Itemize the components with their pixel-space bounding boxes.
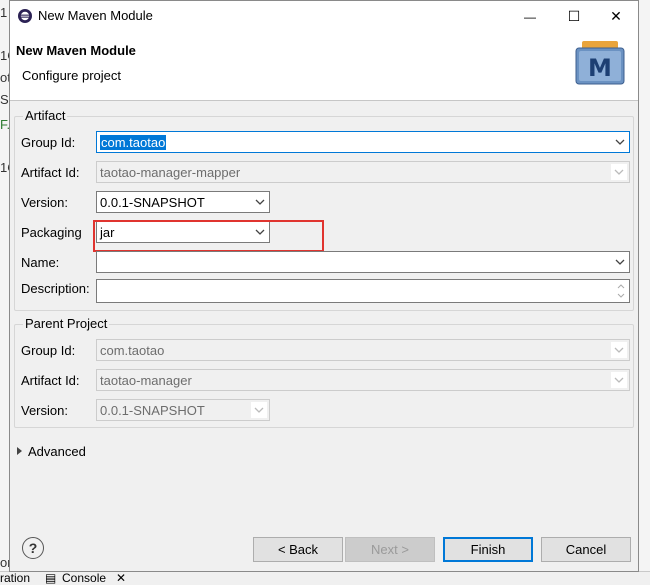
description-scrollbar[interactable] — [615, 281, 627, 301]
close-button[interactable]: ✕ — [594, 1, 638, 32]
wizard-banner: New Maven Module Configure project M — [10, 32, 638, 101]
bg-fragment: S — [0, 92, 9, 107]
new-maven-module-dialog: New Maven Module — ☐ ✕ New Maven Module … — [9, 0, 639, 572]
help-icon[interactable]: ? — [22, 537, 44, 559]
chevron-down-icon[interactable] — [251, 192, 269, 212]
group-id-combo[interactable]: com.taotao — [96, 131, 630, 153]
artifact-id-combo: taotao-manager-mapper — [96, 161, 630, 183]
chevron-down-icon — [611, 164, 627, 180]
packaging-highlight-box — [93, 220, 324, 252]
parent-group-id-label: Group Id: — [21, 343, 76, 358]
close-icon[interactable]: ✕ — [116, 571, 126, 585]
artifact-id-value: taotao-manager-mapper — [100, 165, 241, 180]
description-label: Description: — [21, 281, 90, 296]
next-button: Next > — [345, 537, 435, 562]
minimize-icon: — — [524, 9, 536, 24]
chevron-down-icon[interactable] — [611, 252, 629, 272]
chevron-down-icon — [251, 402, 267, 418]
parent-group-id-combo: com.taotao — [96, 339, 630, 361]
parent-version-combo: 0.0.1-SNAPSHOT — [96, 399, 270, 421]
expand-arrow-icon[interactable] — [17, 447, 22, 455]
banner-subtitle: Configure project — [22, 68, 121, 83]
advanced-toggle[interactable]: Advanced — [28, 444, 86, 459]
packaging-label: Packaging — [21, 225, 82, 240]
bg-tab-console[interactable]: Console — [62, 571, 106, 585]
maven-logo-icon: M — [575, 41, 625, 85]
back-button[interactable]: < Back — [253, 537, 343, 562]
bg-fragment: 1 — [0, 5, 8, 20]
logo-letter: M — [588, 54, 612, 82]
parent-artifact-id-value: taotao-manager — [100, 373, 192, 388]
finish-button[interactable]: Finish — [443, 537, 533, 562]
maximize-button[interactable]: ☐ — [552, 1, 596, 32]
parent-artifact-id-label: Artifact Id: — [21, 373, 80, 388]
group-id-value: com.taotao — [100, 135, 167, 150]
chevron-down-icon — [611, 372, 627, 388]
window-title: New Maven Module — [38, 8, 153, 23]
description-textarea[interactable] — [96, 279, 630, 303]
parent-artifact-id-combo: taotao-manager — [96, 369, 630, 391]
parent-group-title: Parent Project — [23, 316, 110, 331]
version-combo[interactable]: 0.0.1-SNAPSHOT — [96, 191, 270, 213]
console-icon: ▤ — [45, 571, 57, 585]
maximize-icon: ☐ — [567, 8, 581, 24]
group-id-label: Group Id: — [21, 135, 76, 150]
eclipse-icon — [18, 9, 32, 23]
cancel-button[interactable]: Cancel — [541, 537, 631, 562]
close-icon: ✕ — [610, 8, 622, 24]
title-bar: New Maven Module — ☐ ✕ — [10, 1, 638, 32]
parent-version-label: Version: — [21, 403, 68, 418]
artifact-group-title: Artifact — [23, 108, 68, 123]
minimize-button[interactable]: — — [508, 1, 552, 32]
background-ide-right — [639, 0, 650, 585]
artifact-id-label: Artifact Id: — [21, 165, 80, 180]
parent-version-value: 0.0.1-SNAPSHOT — [100, 403, 205, 418]
name-combo[interactable] — [96, 251, 630, 273]
background-ide-tabbar: ration ▤ Console ✕ — [0, 571, 650, 585]
name-label: Name: — [21, 255, 60, 270]
chevron-down-icon[interactable] — [611, 132, 629, 152]
bg-tab-configuration[interactable]: ration — [0, 571, 30, 585]
version-value: 0.0.1-SNAPSHOT — [100, 195, 205, 210]
banner-title: New Maven Module — [16, 43, 136, 58]
chevron-down-icon — [611, 342, 627, 358]
parent-group-id-value: com.taotao — [100, 343, 165, 358]
version-label: Version: — [21, 195, 68, 210]
